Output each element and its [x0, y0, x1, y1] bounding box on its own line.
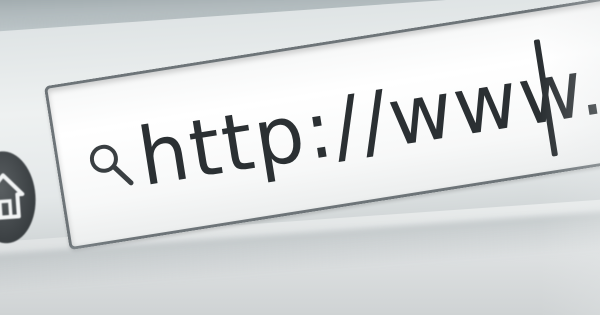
depth-blur-overlay — [540, 0, 600, 315]
url-input-text[interactable]: http://www. — [131, 35, 600, 209]
home-icon — [0, 173, 25, 221]
search-icon[interactable] — [82, 134, 138, 197]
home-button[interactable] — [0, 149, 39, 246]
browser-toolbar: http://www. — [0, 0, 600, 251]
browser-window: http://www. — [0, 0, 600, 315]
address-bar[interactable]: http://www. — [43, 0, 600, 251]
